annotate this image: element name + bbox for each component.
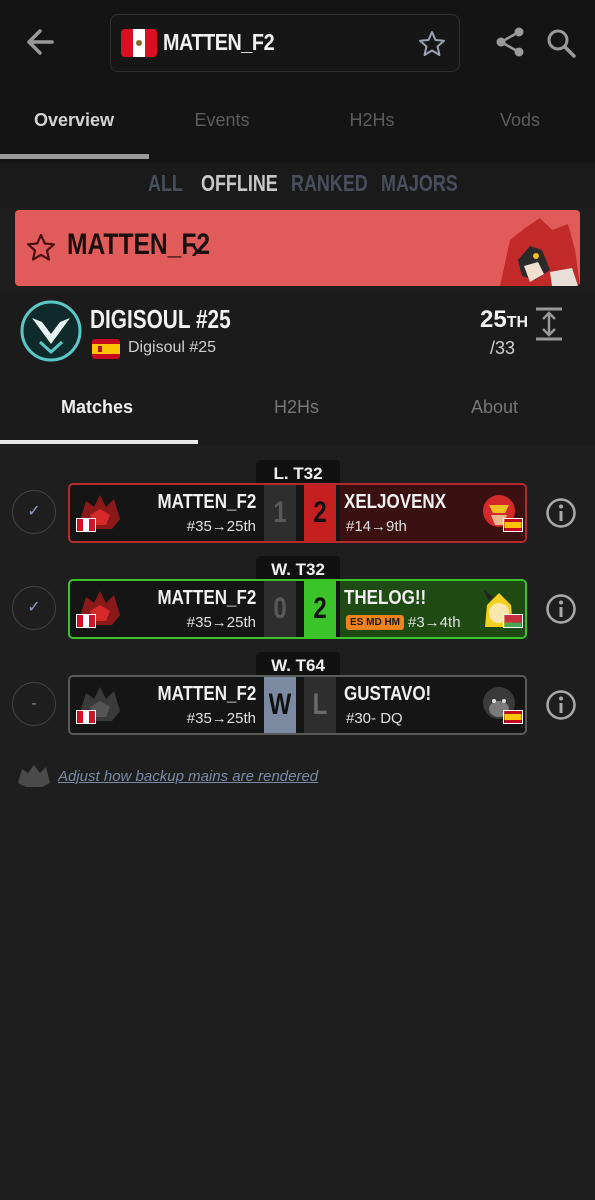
player-title: MATTEN_F2 xyxy=(163,29,275,55)
player-seed: #35→25th xyxy=(186,710,256,727)
player-right: XELJOVENX #14→9th xyxy=(340,485,525,541)
player-left: MATTEN_F2 #35→25th xyxy=(70,677,260,733)
tab-vods[interactable]: Vods xyxy=(446,110,594,131)
player-seed: #3→4th xyxy=(408,614,461,631)
match-row[interactable]: L. T32 ✓ MATTEN_F2 #35→25th 1 2 XELJOVEN… xyxy=(0,460,595,550)
player-name: MATTEN_F2 xyxy=(157,587,256,609)
peru-flag-icon xyxy=(76,614,96,628)
secondary-tabs: Matches H2Hs About xyxy=(0,372,595,445)
match-row[interactable]: W. T64 - MATTEN_F2 #35→25th W L GUSTAVO!… xyxy=(0,652,595,742)
dash-icon[interactable]: - xyxy=(12,682,56,726)
player-search-box[interactable]: MATTEN_F2 xyxy=(110,14,460,72)
player-seed: #14→9th xyxy=(346,518,407,535)
player-name: MATTEN_F2 xyxy=(157,491,256,513)
player-name: GUSTAVO! xyxy=(344,683,432,705)
star-outline-icon[interactable] xyxy=(25,232,57,264)
player-seed: #35→25th xyxy=(186,614,256,631)
tab-h2hs[interactable]: H2Hs xyxy=(298,110,446,131)
check-icon[interactable]: ✓ xyxy=(12,490,56,534)
spain-flag-icon xyxy=(92,339,120,359)
player-seed: #35→25th xyxy=(186,518,256,535)
info-icon[interactable] xyxy=(545,497,577,529)
event-total-entrants: /33 xyxy=(490,338,516,358)
score-right: 2 xyxy=(304,581,336,637)
spain-flag-icon xyxy=(503,518,523,532)
event-name: DIGISOUL #25 xyxy=(90,304,231,334)
primary-tabs: Overview Events H2Hs Vods xyxy=(0,90,595,162)
filter-majors[interactable]: MAJORS xyxy=(381,170,458,197)
score-left: 0 xyxy=(264,581,296,637)
search-icon[interactable] xyxy=(545,27,577,59)
arrow-left-icon[interactable] xyxy=(22,22,62,62)
banner-player-name: MATTEN_F2 xyxy=(67,228,211,261)
event-subtitle: Digisoul #25 xyxy=(128,339,217,356)
player-right: THELOG!! ES MD HM #3→4th xyxy=(340,581,525,637)
tab-h2hs-event[interactable]: H2Hs xyxy=(274,397,319,418)
score-right: L xyxy=(304,677,336,733)
region-badge: ES MD HM xyxy=(346,615,404,630)
player-left: MATTEN_F2 #35→25th xyxy=(70,581,260,637)
match-card[interactable]: MATTEN_F2 #35→25th 0 2 THELOG!! ES MD HM… xyxy=(68,579,527,639)
score-left: 1 xyxy=(264,485,296,541)
match-card[interactable]: MATTEN_F2 #35→25th 1 2 XELJOVENX #14→9th xyxy=(68,483,527,543)
score-right: 2 xyxy=(304,485,336,541)
info-icon[interactable] xyxy=(545,593,577,625)
peru-flag-icon xyxy=(121,29,157,57)
peru-flag-icon xyxy=(76,518,96,532)
filter-ranked[interactable]: RANKED xyxy=(291,170,368,197)
share-icon[interactable] xyxy=(493,25,527,59)
match-card[interactable]: MATTEN_F2 #35→25th W L GUSTAVO! #30- DQ xyxy=(68,675,527,735)
expand-vertical-icon[interactable] xyxy=(533,306,565,342)
backup-main-character-icon xyxy=(18,765,50,787)
player-seed: #30- DQ xyxy=(346,710,403,727)
star-outline-icon[interactable] xyxy=(417,29,447,59)
match-row[interactable]: W. T32 ✓ MATTEN_F2 #35→25th 0 2 THELOG!!… xyxy=(0,556,595,646)
player-name: MATTEN_F2 xyxy=(157,683,256,705)
player-name: XELJOVENX xyxy=(344,491,447,513)
tab-indicator xyxy=(0,154,149,159)
belarus-flag-icon xyxy=(503,614,523,628)
chevron-right-icon: › xyxy=(191,234,200,264)
event-placement: 25TH xyxy=(480,306,529,333)
player-left: MATTEN_F2 #35→25th xyxy=(70,485,260,541)
tab-about[interactable]: About xyxy=(471,397,518,418)
info-icon[interactable] xyxy=(545,689,577,721)
player-seed-row: ES MD HM #3→4th xyxy=(346,614,461,631)
check-icon[interactable]: ✓ xyxy=(12,586,56,630)
tab-events[interactable]: Events xyxy=(148,110,296,131)
event-card[interactable]: DIGISOUL #25 Digisoul #25 25TH /33 xyxy=(0,292,595,372)
tab-indicator xyxy=(0,440,198,444)
filter-all[interactable]: ALL xyxy=(148,170,183,197)
spain-flag-icon xyxy=(503,710,523,724)
filter-offline[interactable]: OFFLINE xyxy=(201,170,278,197)
peru-flag-icon xyxy=(76,710,96,724)
tab-matches[interactable]: Matches xyxy=(61,397,133,418)
digisoul-logo-icon xyxy=(20,300,82,362)
top-bar: MATTEN_F2 xyxy=(0,0,595,90)
score-left: W xyxy=(264,677,296,733)
backup-mains-link[interactable]: Adjust how backup mains are rendered xyxy=(58,768,318,785)
tab-overview[interactable]: Overview xyxy=(0,110,148,131)
filter-bar: ALL OFFLINE RANKED MAJORS xyxy=(0,162,595,208)
incineroar-character-icon xyxy=(500,218,580,286)
player-name: THELOG!! xyxy=(344,587,427,609)
player-right: GUSTAVO! #30- DQ xyxy=(340,677,525,733)
player-banner[interactable]: MATTEN_F2 › xyxy=(15,210,580,286)
